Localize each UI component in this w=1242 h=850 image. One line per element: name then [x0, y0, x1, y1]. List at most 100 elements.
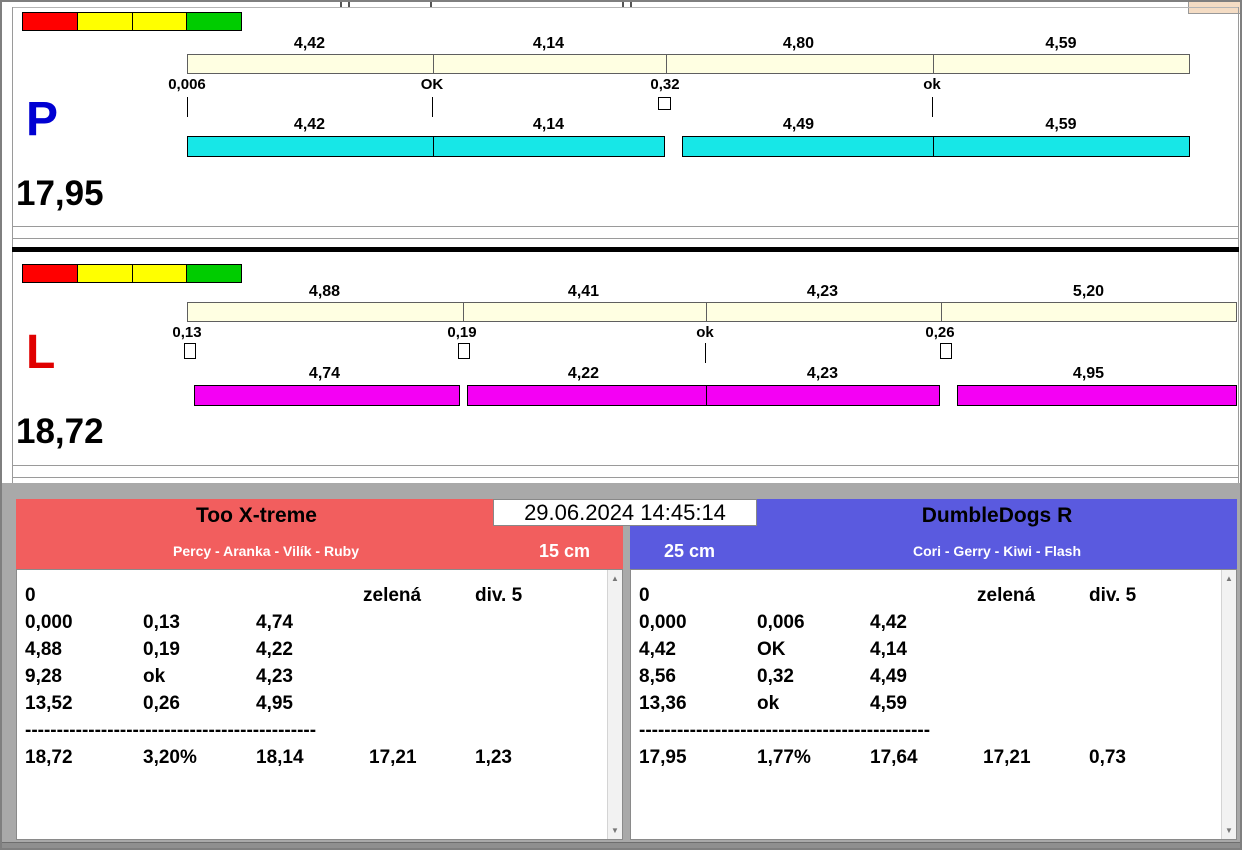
result-cell: 0,000 [25, 612, 73, 633]
tick-mark [705, 343, 706, 363]
split-time-top: 5,20 [1072, 283, 1105, 300]
scrollbar[interactable]: ▲ ▼ [607, 570, 622, 839]
result-cell: 4,22 [256, 639, 293, 660]
window-chrome-corner [1188, 2, 1240, 14]
tick-label: 0,32 [650, 76, 680, 93]
result-cell: 4,42 [639, 639, 676, 660]
scroll-down-icon[interactable]: ▼ [1222, 826, 1236, 835]
tick-label: 0,19 [447, 324, 477, 341]
fault-checkbox[interactable] [940, 343, 952, 359]
separator-line [12, 465, 1239, 466]
result-cell: 0,13 [143, 612, 180, 633]
split-time-bottom: 4,59 [1045, 116, 1077, 133]
result-cell: ok [757, 693, 780, 714]
split-time-top: 4,14 [532, 35, 565, 52]
bar-divider [706, 386, 707, 405]
lap-bar-l [467, 385, 940, 406]
summary-cell: 1,77% [757, 747, 811, 768]
result-cell: 4,14 [870, 639, 907, 660]
frame-line [12, 7, 13, 483]
team-members-right: Cori - Gerry - Kiwi - Flash [912, 543, 1082, 559]
result-cell: 8,56 [639, 666, 676, 687]
scroll-up-icon[interactable]: ▲ [1222, 574, 1236, 583]
lane-total-p: 17,95 [16, 174, 104, 213]
summary-cell: 17,21 [369, 747, 417, 768]
tick-label: ok [923, 76, 941, 93]
summary-cell: 18,14 [256, 747, 304, 768]
result-cell: 4,23 [256, 666, 293, 687]
divider-row: ----------------------------------------… [25, 720, 317, 741]
lane-total-l: 18,72 [16, 412, 104, 451]
result-cell: 0,000 [639, 612, 687, 633]
summary-cell: 17,21 [983, 747, 1031, 768]
team-members-left: Percy - Aranka - Vilík - Ruby [173, 543, 359, 559]
scroll-up-icon[interactable]: ▲ [608, 574, 622, 583]
light-green [187, 13, 241, 30]
lap-bar-l [957, 385, 1237, 406]
split-time-top: 4,42 [293, 35, 326, 52]
result-cell: 4,95 [256, 693, 293, 714]
light-red [23, 13, 78, 30]
lane-divider [12, 247, 1239, 252]
split-time-top: 4,41 [567, 283, 600, 300]
scrollbar[interactable]: ▲ ▼ [1221, 570, 1236, 839]
result-cell: 9,28 [25, 666, 62, 687]
result-cell: 0,006 [757, 612, 805, 633]
result-cell: 4,59 [870, 693, 907, 714]
track-divider [933, 55, 934, 73]
result-cell: 4,88 [25, 639, 62, 660]
split-time-bottom: 4,22 [567, 365, 600, 382]
light-yellow [77, 265, 133, 282]
result-cell: 0,32 [757, 666, 794, 687]
summary-cell: 17,95 [639, 747, 687, 768]
fault-checkbox[interactable] [658, 97, 671, 110]
result-cell: 0,19 [143, 639, 180, 660]
split-time-bottom: 4,23 [806, 365, 839, 382]
result-cell: zelená [363, 585, 422, 606]
lane-label-l: L [26, 326, 56, 379]
light-yellow [132, 265, 188, 282]
status-lights-l [22, 264, 242, 283]
divider-row: ----------------------------------------… [639, 720, 931, 741]
summary-cell: 3,20% [143, 747, 197, 768]
scroll-down-icon[interactable]: ▼ [608, 826, 622, 835]
split-time-top: 4,80 [782, 35, 815, 52]
result-cell: 4,49 [870, 666, 907, 687]
summary-cell: 0,73 [1089, 747, 1126, 768]
timestamp: 29.06.2024 14:45:14 [493, 499, 757, 526]
split-time-bottom: 4,42 [293, 116, 326, 133]
team-name-left: Too X-treme [196, 504, 317, 527]
result-cell: OK [757, 639, 786, 660]
status-bar [2, 842, 1240, 848]
separator-line [12, 477, 1239, 478]
tick-label: 0,13 [172, 324, 202, 341]
bar-divider [433, 137, 434, 156]
tick-mark [432, 97, 433, 117]
jump-height-left: 15 cm [538, 541, 591, 561]
team-name-right: DumbleDogs R [921, 504, 1073, 527]
lap-bar-l [194, 385, 460, 406]
frame-line [1238, 7, 1239, 483]
light-yellow [132, 13, 188, 30]
result-cell: 4,74 [256, 612, 293, 633]
split-time-top: 4,23 [806, 283, 839, 300]
result-cell: 0,26 [143, 693, 180, 714]
summary-cell: 18,72 [25, 747, 73, 768]
result-cell: 0 [25, 585, 36, 606]
track-divider [666, 55, 667, 73]
app-window: 4,42 4,14 4,80 4,59 0,006 OK 0,32 ok 4,4… [0, 0, 1242, 850]
status-lights-p [22, 12, 242, 31]
track-divider [433, 55, 434, 73]
team-result-panel-right: 0 zelená div. 5 0,000 0,006 4,42 4,42 OK… [630, 569, 1237, 840]
lane-label-p: P [26, 93, 59, 146]
separator-line [12, 238, 1239, 239]
team-result-panel-left: 0 zelená div. 5 0,000 0,13 4,74 4,88 0,1… [16, 569, 623, 840]
tick-label: 0,006 [168, 76, 206, 93]
fault-checkbox[interactable] [458, 343, 470, 359]
fault-checkbox[interactable] [184, 343, 196, 359]
track-divider [463, 303, 464, 321]
result-cell: zelená [977, 585, 1036, 606]
track-divider [706, 303, 707, 321]
light-yellow [77, 13, 133, 30]
result-cell: div. 5 [1089, 585, 1137, 606]
